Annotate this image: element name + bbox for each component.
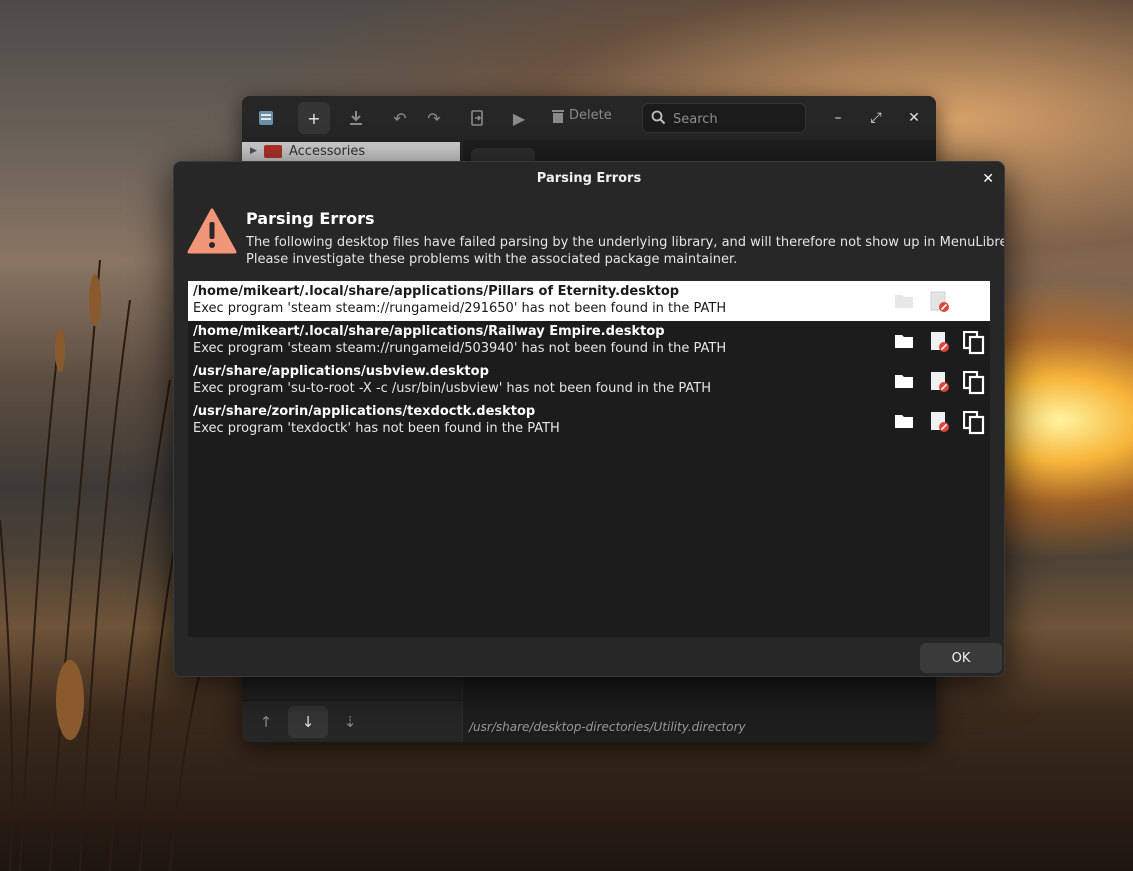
delete-file-icon[interactable] xyxy=(930,291,950,313)
error-message: Exec program 'su-to-root -X -c /usr/bin/… xyxy=(193,381,712,396)
folder-icon[interactable] xyxy=(894,331,914,349)
desktop-file-path: /home/mikeart/.local/share/applications/… xyxy=(193,284,680,299)
redo-button[interactable]: ↷ xyxy=(418,102,450,134)
dialog-title: Parsing Errors xyxy=(536,171,642,186)
error-row[interactable]: /usr/share/zorin/applications/texdoctk.d… xyxy=(188,401,990,441)
error-message: Exec program 'texdoctk' has not been fou… xyxy=(193,421,560,436)
sidebar-action-bar: ↑ ↓ ⇣ xyxy=(242,700,462,742)
delete-file-icon[interactable] xyxy=(930,411,950,433)
minimize-button[interactable]: – xyxy=(828,108,848,128)
error-row[interactable]: /home/mikeart/.local/share/applications/… xyxy=(188,281,990,321)
warning-icon xyxy=(187,208,237,254)
add-button[interactable]: + xyxy=(298,102,330,134)
delete-file-icon[interactable] xyxy=(930,331,950,353)
folder-icon[interactable] xyxy=(894,291,914,309)
delete-file-icon[interactable] xyxy=(930,371,950,393)
move-down-button[interactable]: ↓ xyxy=(288,706,328,738)
copy-icon[interactable] xyxy=(963,331,985,355)
trash-icon xyxy=(552,109,564,123)
error-message: Exec program 'steam steam://rungameid/50… xyxy=(193,341,727,356)
revert-button[interactable] xyxy=(461,102,493,134)
desktop-file-path: /home/mikeart/.local/share/applications/… xyxy=(193,324,665,339)
save-button[interactable] xyxy=(340,102,372,134)
tree-item-accessories[interactable]: ▶ Accessories xyxy=(242,142,460,162)
folder-icon[interactable] xyxy=(894,371,914,389)
error-row[interactable]: /home/mikeart/.local/share/applications/… xyxy=(188,321,990,361)
copy-icon[interactable] xyxy=(963,411,985,435)
error-list: /home/mikeart/.local/share/applications/… xyxy=(188,281,990,637)
desktop-file-path: /usr/share/zorin/applications/texdoctk.d… xyxy=(193,404,536,419)
move-up-button[interactable]: ↑ xyxy=(246,706,286,738)
search-input[interactable] xyxy=(671,104,805,134)
desktop-file-path: /usr/share/applications/usbview.desktop xyxy=(193,364,489,379)
test-launcher-button[interactable]: ▶ xyxy=(503,102,535,134)
dialog-message: The following desktop files have failed … xyxy=(246,234,1005,268)
delete-button[interactable]: Delete xyxy=(552,108,612,123)
ok-button[interactable]: OK xyxy=(920,643,1002,673)
parsing-errors-dialog: Parsing Errors ✕ Parsing Errors The foll… xyxy=(173,161,1005,677)
error-message: Exec program 'steam steam://rungameid/29… xyxy=(193,301,727,316)
sort-button[interactable]: ⇣ xyxy=(330,706,370,738)
close-window-button[interactable]: ✕ xyxy=(904,108,924,128)
dialog-heading: Parsing Errors xyxy=(246,209,375,228)
dialog-message-line: Please investigate these problems with t… xyxy=(246,252,738,267)
toolbar: + ↶ ↷ ▶ Delete – ⤢ ✕ xyxy=(242,96,936,140)
dialog-message-line: The following desktop files have failed … xyxy=(246,235,1005,250)
dialog-close-button[interactable]: ✕ xyxy=(982,171,994,187)
menu-editor-icon[interactable] xyxy=(250,102,282,134)
tree-item-label: Accessories xyxy=(289,144,366,159)
folder-icon[interactable] xyxy=(894,411,914,429)
toolbox-icon xyxy=(264,145,282,158)
delete-label: Delete xyxy=(569,108,612,123)
copy-icon[interactable] xyxy=(963,371,985,395)
search-box[interactable] xyxy=(642,103,806,134)
directory-path: /usr/share/desktop-directories/Utility.d… xyxy=(469,720,746,734)
maximize-button[interactable]: ⤢ xyxy=(866,108,886,128)
undo-button[interactable]: ↶ xyxy=(384,102,416,134)
error-row[interactable]: /usr/share/applications/usbview.desktop … xyxy=(188,361,990,401)
expander-icon[interactable]: ▶ xyxy=(250,146,257,156)
search-icon xyxy=(651,110,666,125)
